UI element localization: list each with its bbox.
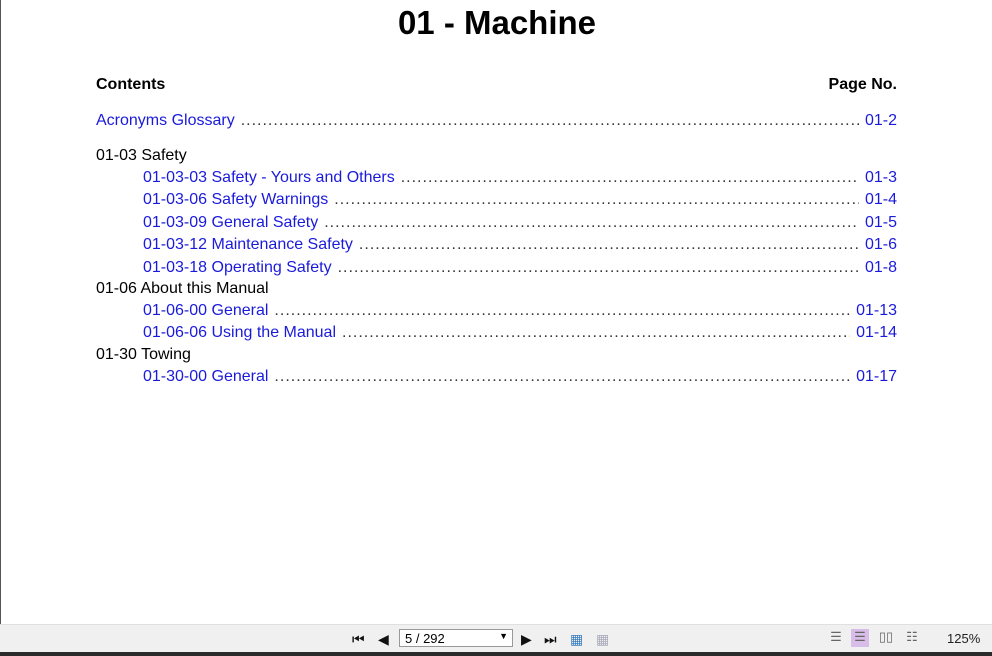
toc-link[interactable]: Acronyms Glossary: [96, 112, 235, 130]
single-page-view-icon[interactable]: ☰: [827, 629, 845, 647]
toc-entry[interactable]: 01-03-06 Safety Warnings 01-4: [143, 191, 897, 211]
continuous-view-icon[interactable]: ☰: [851, 629, 869, 647]
previous-page-icon[interactable]: ◀: [378, 631, 389, 648]
toc-page[interactable]: 01-6: [865, 236, 897, 254]
toc-page[interactable]: 01-13: [856, 302, 897, 320]
toc-section: 01-30 Towing: [96, 346, 191, 363]
toc-page[interactable]: 01-14: [856, 324, 897, 342]
toc-link[interactable]: 01-06-06 Using the Manual: [143, 324, 336, 342]
toc-page[interactable]: 01-8: [865, 259, 897, 277]
toc-page[interactable]: 01-5: [865, 214, 897, 232]
toc-entry[interactable]: 01-30-00 General 01-17: [143, 368, 897, 388]
two-page-view-icon[interactable]: ▯▯: [877, 629, 895, 647]
document-page: 01 - Machine Contents Page No. Acronyms …: [0, 0, 992, 624]
back-view-icon[interactable]: ▦: [570, 631, 583, 648]
toc-entry[interactable]: 01-03-12 Maintenance Safety 01-6: [143, 236, 897, 256]
toc-entry[interactable]: Acronyms Glossary 01-2: [96, 112, 897, 132]
toc-page[interactable]: 01-3: [865, 169, 897, 187]
page-title: 01 - Machine: [397, 4, 597, 41]
toc-link[interactable]: 01-03-12 Maintenance Safety: [143, 236, 353, 254]
toc-entry[interactable]: 01-06-00 General 01-13: [143, 302, 897, 322]
toc-entry[interactable]: 01-03-03 Safety - Yours and Others 01-3: [143, 169, 897, 189]
toc-page[interactable]: 01-4: [865, 191, 897, 209]
forward-view-icon[interactable]: ▦: [596, 631, 609, 648]
last-page-icon[interactable]: ⏭: [544, 631, 557, 648]
toc-link[interactable]: 01-03-09 General Safety: [143, 214, 318, 232]
toc-link[interactable]: 01-30-00 General: [143, 368, 268, 386]
viewer-toolbar: ⏮ ◀ 5 / 292 ▼ ▶ ⏭ ▦ ▦ ☰ ☰ ▯▯ ☷ 125%: [0, 624, 992, 653]
next-page-icon[interactable]: ▶: [521, 631, 532, 648]
zoom-level[interactable]: 125%: [947, 631, 980, 646]
toc-page[interactable]: 01-2: [865, 112, 897, 130]
toc-section: 01-03 Safety: [96, 147, 187, 164]
page-selector[interactable]: 5 / 292 ▼: [399, 629, 513, 647]
page-no-header: Page No.: [828, 76, 897, 93]
toc-entry[interactable]: 01-03-18 Operating Safety 01-8: [143, 259, 897, 279]
two-page-continuous-view-icon[interactable]: ☷: [903, 629, 921, 647]
toc-entry[interactable]: 01-06-06 Using the Manual 01-14: [143, 324, 897, 344]
chevron-down-icon[interactable]: ▼: [499, 631, 508, 641]
taskbar-strip: [0, 652, 992, 656]
toc-page[interactable]: 01-17: [856, 368, 897, 386]
toc-section: 01-06 About this Manual: [96, 280, 269, 297]
toc-link[interactable]: 01-03-06 Safety Warnings: [143, 191, 328, 209]
toc-link[interactable]: 01-03-18 Operating Safety: [143, 259, 332, 277]
toc-entry[interactable]: 01-03-09 General Safety 01-5: [143, 214, 897, 234]
first-page-icon[interactable]: ⏮: [352, 631, 365, 648]
toc-link[interactable]: 01-03-03 Safety - Yours and Others: [143, 169, 395, 187]
contents-header: Contents: [96, 76, 166, 93]
toc-link[interactable]: 01-06-00 General: [143, 302, 268, 320]
